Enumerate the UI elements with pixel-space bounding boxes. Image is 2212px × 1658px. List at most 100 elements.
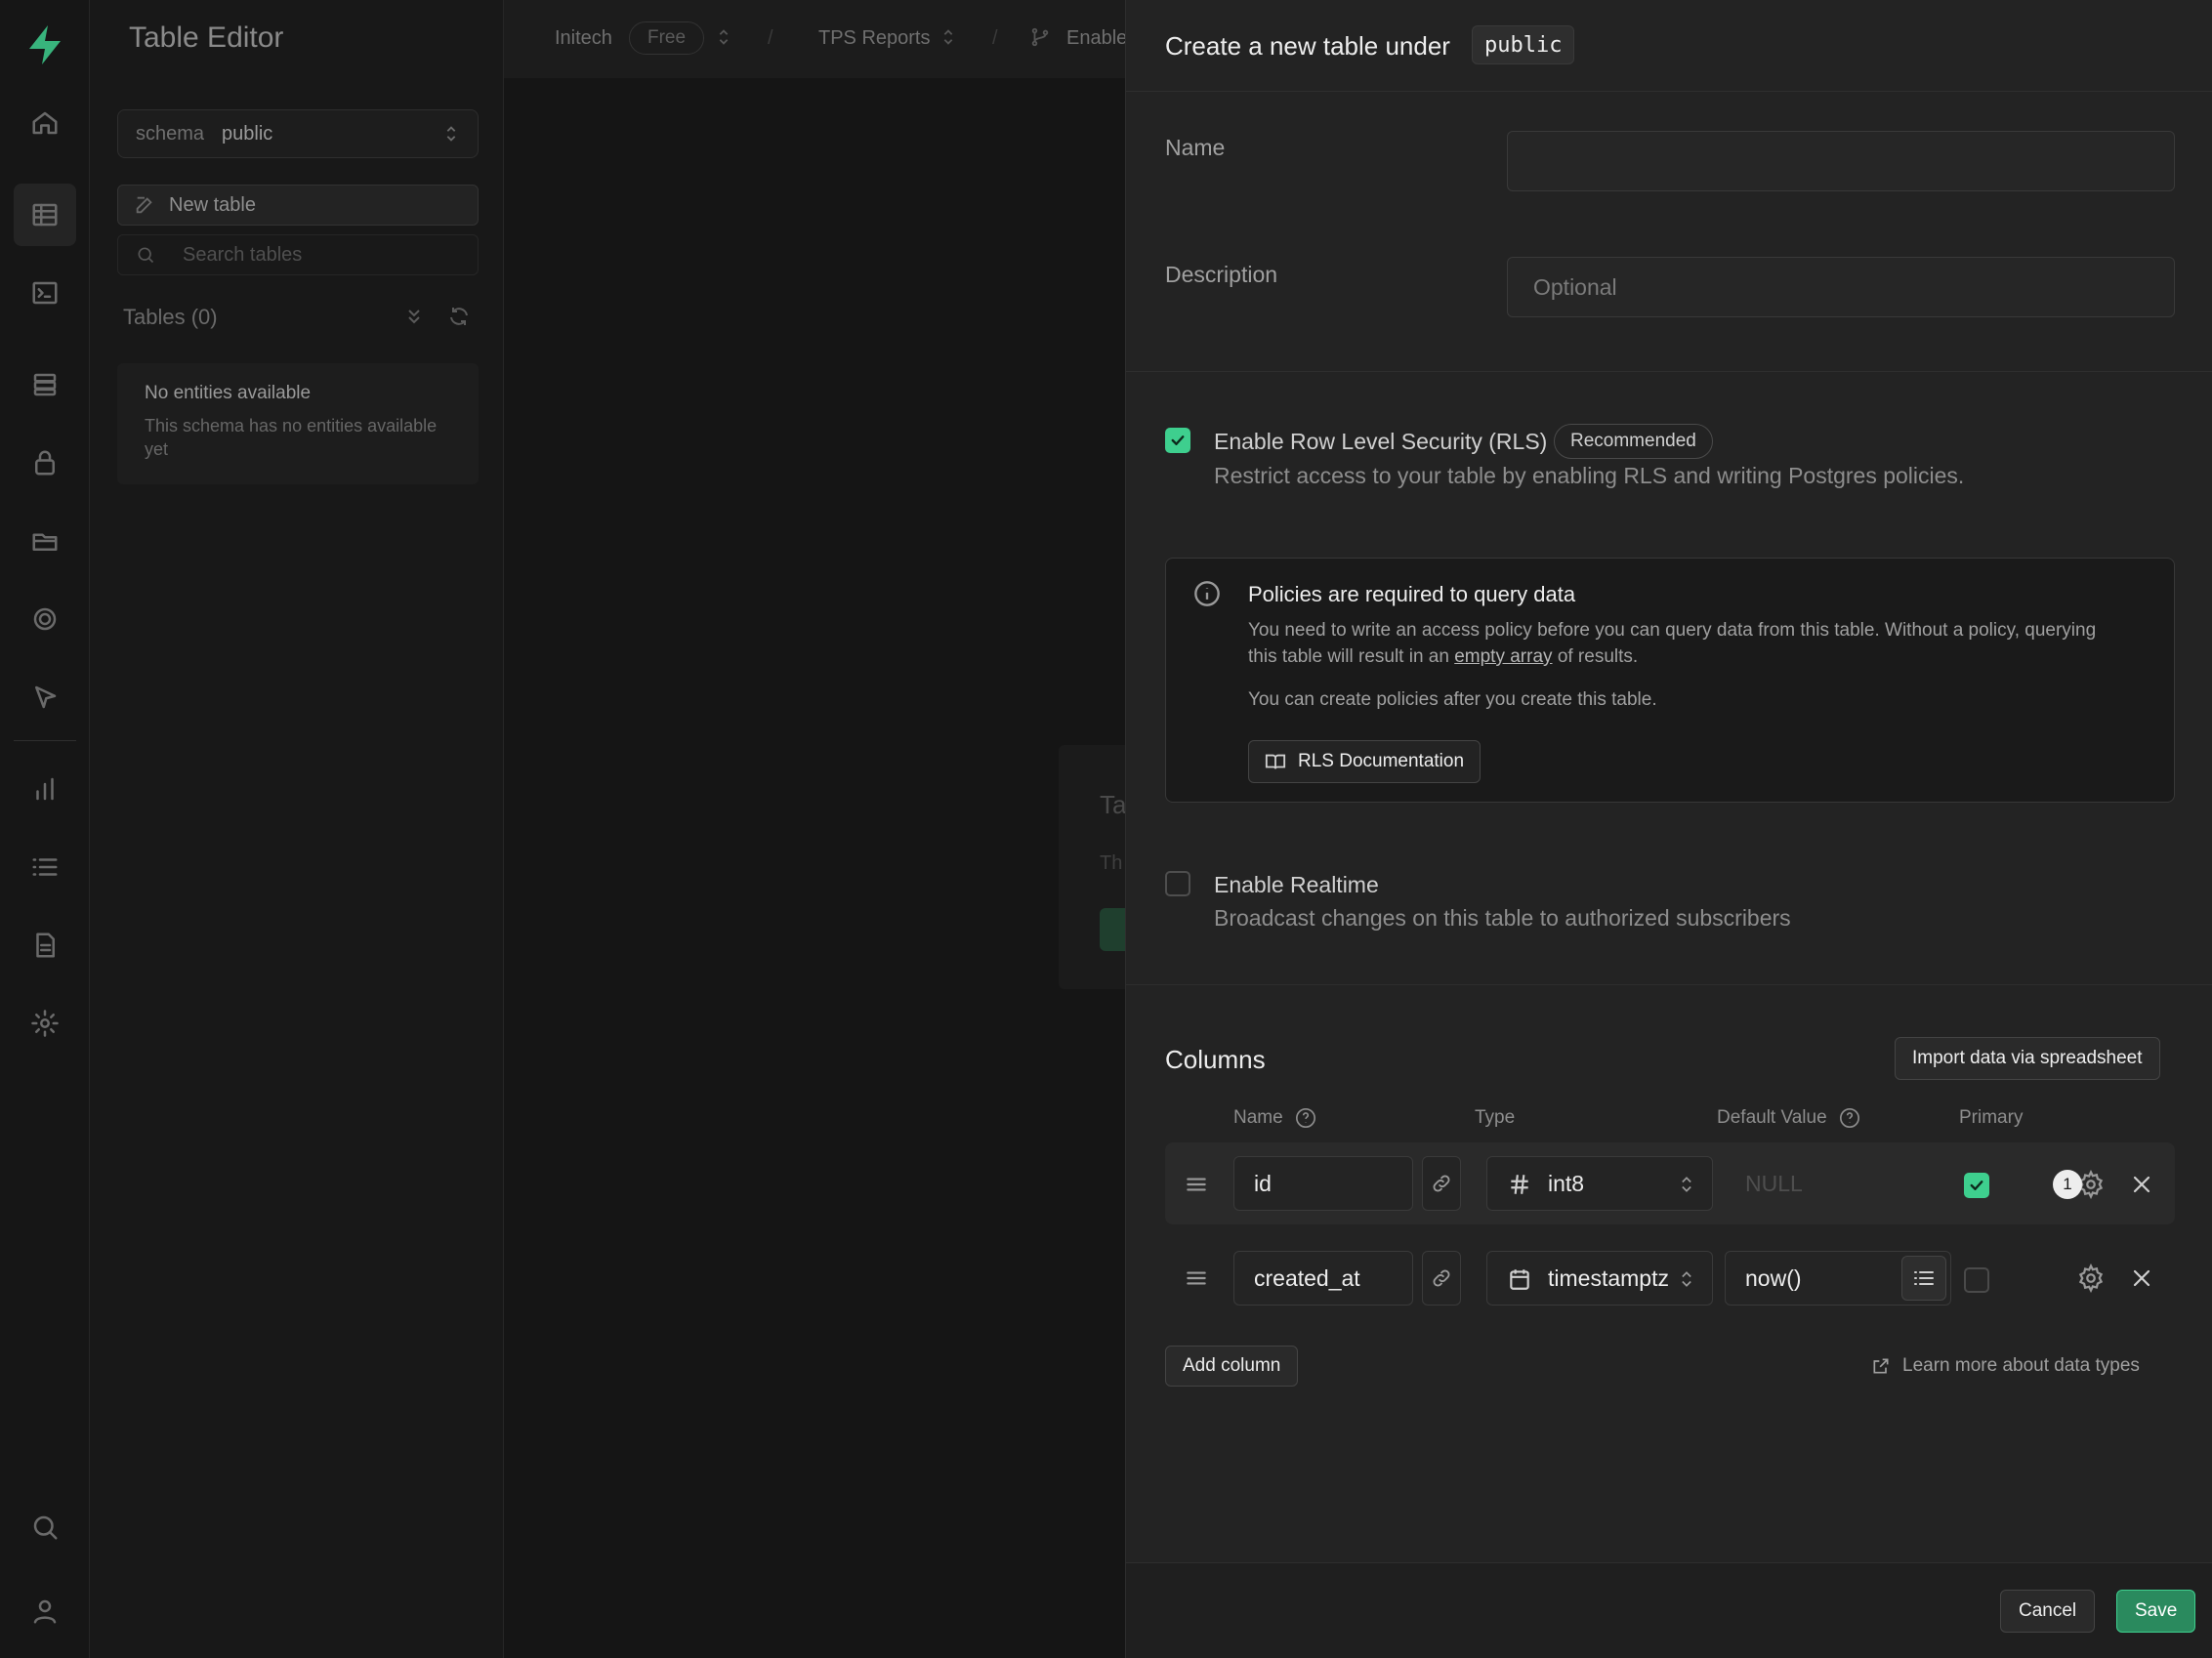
search-tables-input[interactable]: Search tables [117,234,479,275]
save-button[interactable]: Save [2116,1590,2196,1633]
table-editor-sidebar: Table Editor schema public New table Sea… [90,0,504,1658]
column-name-input[interactable]: created_at [1233,1251,1413,1306]
drag-handle-icon[interactable] [1184,1265,1209,1291]
supabase-logo-icon[interactable] [21,21,68,68]
cancel-button[interactable]: Cancel [2000,1590,2096,1633]
schema-value: public [222,122,273,145]
link-icon [1433,1175,1450,1192]
column-name-input[interactable]: id [1233,1156,1413,1211]
empty-state-title: No entities available [145,383,312,403]
recommended-badge: Recommended [1554,424,1713,459]
search-icon[interactable] [14,1496,76,1558]
top-breadcrumb-bar: Initech Free / TPS Reports / Enable [504,0,1129,78]
collapse-chevrons-icon[interactable] [402,305,426,328]
git-branch-icon [1031,27,1049,47]
new-table-label: New table [169,193,256,216]
column-default-input[interactable]: NULL [1725,1156,1951,1211]
settings-count-badge: 1 [2053,1170,2082,1199]
primary-key-checkbox[interactable] [1964,1173,1989,1198]
background-card-title: Ta [1100,790,1127,819]
column-header-default-label: Default Value [1717,1107,1827,1128]
default-suggestions-button[interactable] [1901,1256,1946,1301]
section-divider [1126,371,2212,372]
chevron-updown-icon[interactable] [713,26,734,48]
column-header-default: Default Value [1717,1107,1860,1129]
section-divider [1126,984,2212,985]
info-icon [1194,581,1220,606]
rls-documentation-button[interactable]: RLS Documentation [1248,740,1482,783]
empty-array-link[interactable]: empty array [1454,646,1552,667]
sql-editor-icon[interactable] [14,262,76,324]
external-link-icon [1873,1358,1889,1374]
column-default-input[interactable]: now() [1725,1251,1951,1306]
sheet-footer: Cancel Save [1126,1562,2212,1658]
tables-heading-actions [402,305,471,328]
schema-selector[interactable]: schema public [117,109,479,158]
help-circle-icon[interactable] [1295,1107,1316,1129]
app-root: Table Editor schema public New table Sea… [0,0,2212,1658]
auth-lock-icon[interactable] [14,432,76,494]
rail-divider [14,740,76,741]
project-name[interactable]: TPS Reports [818,27,930,50]
tables-heading: Tables (0) [123,305,218,329]
foreign-key-link-button[interactable] [1422,1251,1461,1306]
alert-text-b: of results. [1557,646,1639,667]
column-header-type: Type [1475,1107,1515,1129]
column-header-name: Name [1233,1107,1316,1129]
columns-title: Columns [1165,1045,1266,1074]
remove-column-close-icon[interactable] [2130,1173,2153,1196]
edge-functions-icon[interactable] [14,666,76,728]
column-type-select[interactable]: int8 [1486,1156,1713,1211]
import-spreadsheet-button[interactable]: Import data via spreadsheet [1895,1037,2160,1080]
rls-documentation-label: RLS Documentation [1298,751,1465,771]
new-table-button[interactable]: New table [117,185,479,226]
link-icon [1433,1269,1450,1287]
empty-state-desc: This schema has no entities available ye… [145,416,438,459]
column-header-primary-label: Primary [1959,1107,2024,1128]
realtime-description: Broadcast changes on this table to autho… [1214,905,1791,931]
sheet-header: Create a new table under public [1126,0,2212,92]
settings-gear-icon[interactable] [14,992,76,1055]
name-label: Name [1165,135,1226,160]
sheet-title: Create a new table under [1165,31,1450,61]
reports-chart-icon[interactable] [14,758,76,820]
foreign-key-link-button[interactable] [1422,1156,1461,1211]
rls-checkbox[interactable] [1165,428,1190,453]
home-icon[interactable] [14,92,76,154]
schema-key: schema [136,122,205,145]
storage-folder-icon[interactable] [14,510,76,572]
alert-text: You need to write an access policy befor… [1248,617,2127,670]
edit-icon [136,196,152,214]
help-circle-icon[interactable] [1839,1107,1860,1129]
add-column-button[interactable]: Add column [1165,1346,1299,1387]
user-account-icon[interactable] [14,1580,76,1642]
column-type-select[interactable]: timestamptz [1486,1251,1713,1306]
table-editor-icon[interactable] [14,184,76,246]
rls-title: Enable Row Level Security (RLS) [1214,429,1548,454]
alert-text-a: You need to write an access policy befor… [1248,620,2097,667]
search-placeholder: Search tables [183,243,303,266]
policies-alert: Policies are required to query data You … [1165,558,2175,803]
learn-data-types-link[interactable]: Learn more about data types [1871,1355,2140,1377]
realtime-checkbox[interactable] [1165,871,1190,896]
drag-handle-icon[interactable] [1184,1172,1209,1197]
table-description-input[interactable] [1507,257,2175,317]
api-docs-icon[interactable] [14,914,76,976]
remove-column-close-icon[interactable] [2130,1266,2153,1290]
breadcrumb-separator: / [992,27,998,49]
column-settings-gear-icon[interactable] [2076,1264,2106,1293]
refresh-icon[interactable] [447,305,471,328]
description-label: Description [1165,262,1278,287]
search-icon [138,247,154,264]
primary-key-checkbox[interactable] [1964,1267,1989,1293]
column-type-value: timestamptz [1548,1264,1669,1291]
logs-list-icon[interactable] [14,836,76,898]
table-name-input[interactable] [1507,131,2175,191]
create-table-sheet: Create a new table under public Name Des… [1125,0,2212,1658]
check-icon [1171,435,1185,445]
realtime-icon[interactable] [14,588,76,650]
chevron-updown-icon[interactable] [938,26,959,48]
org-name[interactable]: Initech [555,27,612,50]
enable-branching-button[interactable]: Enable [1066,27,1127,50]
database-icon[interactable] [14,353,76,416]
